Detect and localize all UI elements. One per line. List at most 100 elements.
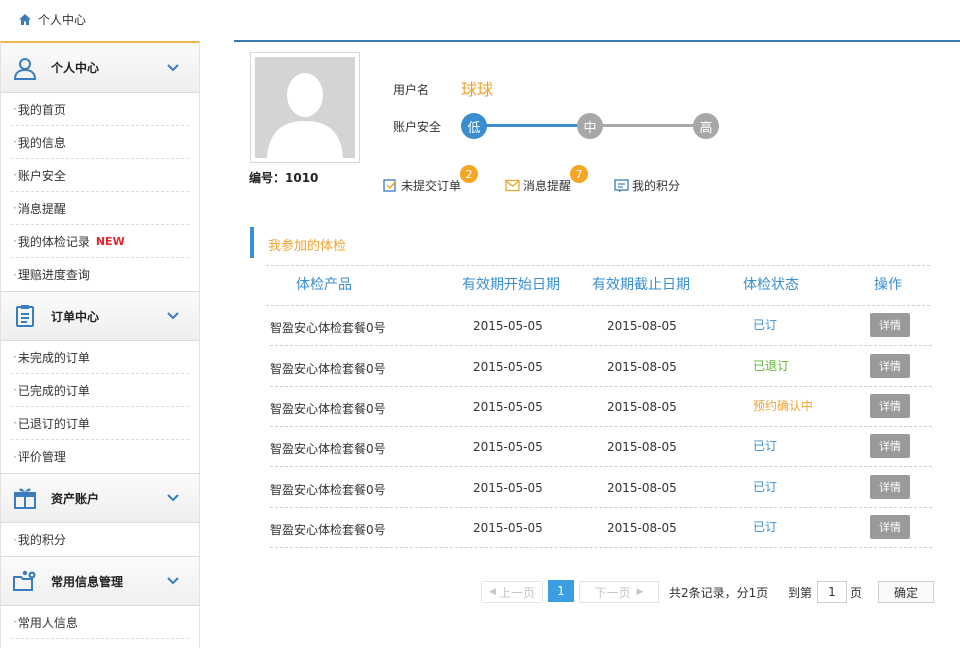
detail-button[interactable]: 详情	[870, 354, 910, 378]
table-row: 智盈安心体检套餐0号 2015-05-05 2015-08-05 已订 详情	[270, 306, 932, 346]
sidebar-section-common-info[interactable]: 常用信息管理	[1, 556, 199, 606]
sidebar-item-account-security[interactable]: · 账户安全	[11, 159, 189, 192]
sidebar-item-pending-orders[interactable]: · 未完成的订单	[11, 341, 189, 374]
table-row: 智盈安心体检套餐0号 2015-05-05 2015-08-05 已订 详情	[270, 468, 932, 508]
column-header-action: 操作	[874, 277, 902, 293]
quick-link-points[interactable]: 我的积分	[614, 177, 680, 194]
status-badge: 已退订	[753, 359, 790, 373]
detail-button[interactable]: 详情	[870, 515, 910, 539]
cell-end-date: 2015-08-05	[607, 360, 677, 374]
sidebar-item-label: 我的体检记录	[17, 234, 90, 249]
new-badge: NEW	[95, 234, 125, 248]
sidebar-item-label: 消息提醒	[17, 201, 66, 216]
table-row: 智盈安心体检套餐0号 2015-05-05 2015-08-05 已订 详情	[270, 427, 932, 467]
sidebar-item-label: 已完成的订单	[17, 383, 90, 398]
column-header-status: 体检状态	[743, 277, 799, 293]
quick-link-messages[interactable]: 消息提醒	[505, 177, 571, 194]
sidebar-section-orders[interactable]: 订单中心	[1, 291, 199, 341]
confirm-button[interactable]: 确定	[878, 581, 934, 603]
section-title: 个人中心	[51, 61, 100, 75]
cell-end-date: 2015-08-05	[607, 481, 677, 495]
cell-product: 智盈安心体检套餐0号	[270, 321, 386, 335]
security-level-medium: 中	[577, 113, 603, 139]
detail-button[interactable]: 详情	[870, 434, 910, 458]
status-badge: 已订	[753, 520, 778, 534]
avatar[interactable]	[250, 52, 360, 163]
user-icon	[12, 55, 38, 81]
security-level-high: 高	[693, 113, 719, 139]
goto-page-input[interactable]	[817, 581, 847, 603]
section-accent-bar	[250, 227, 254, 258]
pagination-summary: 共2条记录，分1页	[669, 586, 769, 600]
sidebar-item-label: 未完成的订单	[17, 350, 90, 365]
cell-end-date: 2015-08-05	[607, 319, 677, 333]
chevron-left-icon: ◀	[489, 587, 496, 597]
cell-end-date: 2015-08-05	[607, 400, 677, 414]
cell-start-date: 2015-05-05	[473, 521, 543, 535]
sidebar-item-my-info[interactable]: · 我的信息	[11, 126, 189, 159]
status-badge: 已订	[753, 480, 778, 494]
column-header-product: 体检产品	[296, 277, 352, 293]
table-row: 智盈安心体检套餐0号 2015-05-05 2015-08-05 预约确认中 详…	[270, 387, 932, 427]
clipboard-icon	[12, 303, 38, 329]
top-divider	[234, 40, 960, 42]
chevron-right-icon: ▶	[636, 587, 644, 597]
username-value: 球球	[461, 80, 494, 99]
quick-link-unsubmitted-orders[interactable]: 未提交订单	[383, 177, 461, 194]
sidebar-item-messages[interactable]: · 消息提醒	[11, 192, 189, 225]
avatar-placeholder-icon	[255, 57, 355, 158]
cell-start-date: 2015-05-05	[473, 360, 543, 374]
quick-link-label: 消息提醒	[523, 179, 572, 193]
sidebar-item-home[interactable]: · 我的首页	[11, 93, 189, 126]
sidebar-item-label: 账户安全	[17, 168, 66, 183]
chevron-down-icon	[167, 494, 179, 502]
cell-product: 智盈安心体检套餐0号	[270, 362, 386, 376]
sidebar-item-label: 常用人信息	[17, 615, 78, 630]
user-id: 编号：1010	[249, 171, 319, 185]
points-icon	[614, 178, 629, 192]
sidebar-item-contacts[interactable]: · 常用人信息	[11, 606, 189, 639]
settings-folder-icon	[12, 568, 38, 594]
cell-start-date: 2015-05-05	[473, 440, 543, 454]
cell-product: 智盈安心体检套餐0号	[270, 523, 386, 537]
gift-icon	[12, 485, 38, 511]
security-bar-inactive	[590, 124, 706, 127]
chevron-down-icon	[167, 63, 179, 71]
sidebar-item-checkup-records[interactable]: · 我的体检记录 NEW	[11, 225, 189, 258]
cell-product: 智盈安心体检套餐0号	[270, 402, 386, 416]
sidebar-item-label: 我的信息	[17, 135, 66, 150]
cell-start-date: 2015-05-05	[473, 319, 543, 333]
page-number-current[interactable]: 1	[548, 580, 574, 602]
column-header-end-date: 有效期截止日期	[592, 277, 690, 293]
detail-button[interactable]: 详情	[870, 475, 910, 499]
breadcrumb-label[interactable]: 个人中心	[38, 11, 86, 28]
security-level-low: 低	[461, 113, 487, 139]
sidebar-item-claims[interactable]: · 理赔进度查询	[11, 258, 189, 291]
sidebar-item-label: 理赔进度查询	[17, 268, 90, 282]
sidebar-item-completed-orders[interactable]: · 已完成的订单	[11, 374, 189, 407]
sidebar-item-reviews[interactable]: · 评价管理	[11, 440, 189, 473]
next-page-button[interactable]: 下一页 ▶	[579, 581, 659, 603]
status-badge: 已订	[753, 318, 778, 332]
sidebar-section-assets[interactable]: 资产账户	[1, 473, 199, 523]
prev-page-button[interactable]: ◀ 上一页	[481, 581, 543, 603]
sidebar: 个人中心 · 我的首页 · 我的信息 · 账户安全 · 消息提醒 · 我的体检记录 NEW …	[0, 41, 200, 648]
detail-button[interactable]: 详情	[870, 313, 910, 337]
breadcrumb: 个人中心	[18, 10, 86, 28]
table-row: 智盈安心体检套餐0号 2015-05-05 2015-08-05 已订 详情	[270, 508, 932, 548]
next-page-label: 下一页	[594, 585, 631, 600]
table-row: 智盈安心体检套餐0号 2015-05-05 2015-08-05 已退订 详情	[270, 347, 932, 387]
quick-link-label: 我的积分	[632, 179, 681, 193]
messages-count-badge: 7	[570, 165, 588, 183]
detail-button[interactable]: 详情	[870, 394, 910, 418]
section-title: 常用信息管理	[51, 574, 124, 589]
sidebar-section-personal[interactable]: 个人中心	[1, 43, 199, 93]
cell-end-date: 2015-08-05	[607, 440, 677, 454]
unsubmitted-orders-count-badge: 2	[460, 165, 478, 183]
status-badge: 预约确认中	[753, 399, 814, 413]
prev-page-label: 上一页	[498, 585, 535, 600]
sidebar-item-points[interactable]: · 我的积分	[11, 523, 189, 556]
mail-icon	[505, 179, 520, 192]
sidebar-item-cancelled-orders[interactable]: · 已退订的订单	[11, 407, 189, 440]
section-title: 资产账户	[51, 491, 100, 506]
